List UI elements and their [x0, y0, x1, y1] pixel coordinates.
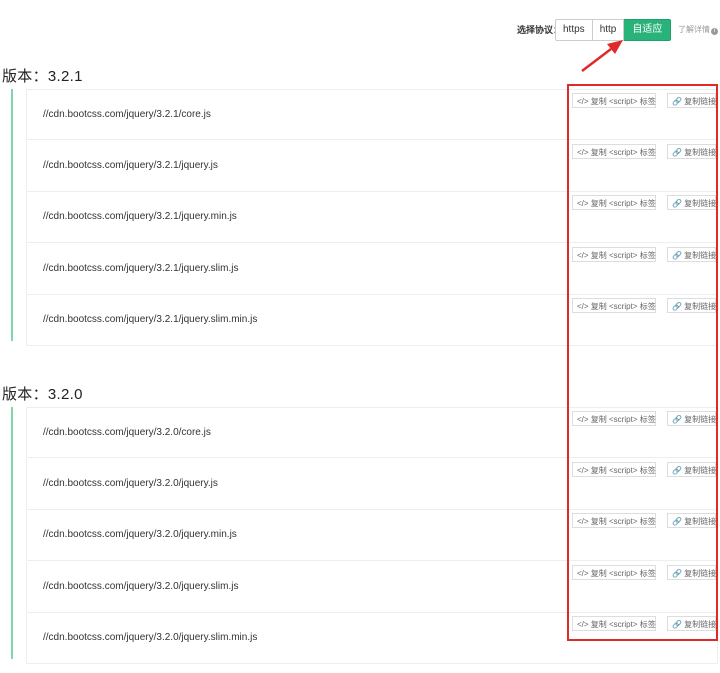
copy-script-tag-button[interactable]: </> 复制 <script> 标签	[572, 461, 656, 477]
version-title: 版本：3.2.1	[2, 68, 83, 85]
annotation-arrow	[581, 40, 623, 72]
copy-link-button[interactable]: 🔗 复制链接	[667, 195, 716, 210]
info-icon: i	[711, 28, 718, 35]
file-row: //cdn.bootcss.com/jquery/3.2.0/core.js </…	[26, 407, 718, 458]
copy-script-tag-button[interactable]: </> 复制 <script> 标签	[572, 143, 656, 159]
copy-script-tag-button[interactable]: </> 复制 <script> 标签	[572, 616, 656, 631]
version-section-bar	[11, 89, 13, 341]
file-url: //cdn.bootcss.com/jquery/3.2.1/jquery.js	[43, 159, 218, 171]
copy-link-button[interactable]: 🔗 复制链接	[667, 298, 716, 313]
file-url: //cdn.bootcss.com/jquery/3.2.0/jquery.js	[43, 477, 218, 489]
version-title: 版本：3.2.0	[2, 386, 83, 403]
version-section-bar	[11, 407, 13, 659]
file-row: //cdn.bootcss.com/jquery/3.2.1/jquery.sl…	[26, 243, 718, 295]
copy-link-button[interactable]: 🔗 复制链接	[667, 513, 716, 528]
file-row: //cdn.bootcss.com/jquery/3.2.0/jquery.mi…	[26, 510, 718, 561]
copy-script-tag-button[interactable]: </> 复制 <script> 标签	[572, 513, 656, 528]
copy-script-tag-button[interactable]: </> 复制 <script> 标签	[572, 195, 656, 210]
file-row: //cdn.bootcss.com/jquery/3.2.0/jquery.sl…	[26, 561, 718, 613]
file-url: //cdn.bootcss.com/jquery/3.2.0/jquery.mi…	[43, 529, 237, 540]
copy-script-tag-button[interactable]: </> 复制 <script> 标签	[572, 246, 656, 262]
copy-script-tag-button[interactable]: </> 复制 <script> 标签	[572, 411, 656, 426]
file-url: //cdn.bootcss.com/jquery/3.2.1/core.js	[43, 109, 211, 120]
copy-link-button[interactable]: 🔗 复制链接	[667, 93, 716, 108]
file-url: //cdn.bootcss.com/jquery/3.2.1/jquery.mi…	[43, 211, 237, 222]
file-row: //cdn.bootcss.com/jquery/3.2.0/jquery.sl…	[26, 613, 718, 664]
copy-link-button[interactable]: 🔗 复制链接	[667, 246, 716, 262]
details-link-text: 了解详情	[678, 25, 710, 34]
protocol-auto-button[interactable]: 自适应	[624, 19, 672, 41]
copy-link-button[interactable]: 🔗 复制链接	[667, 143, 716, 159]
file-row: //cdn.bootcss.com/jquery/3.2.1/jquery.sl…	[26, 295, 718, 346]
file-row: //cdn.bootcss.com/jquery/3.2.1/jquery.js…	[26, 140, 718, 192]
copy-link-button[interactable]: 🔗 复制链接	[667, 564, 716, 580]
file-url: //cdn.bootcss.com/jquery/3.2.0/jquery.sl…	[43, 580, 239, 592]
details-link[interactable]: 了解详情 i	[678, 24, 718, 35]
file-url: //cdn.bootcss.com/jquery/3.2.0/core.js	[43, 427, 211, 438]
copy-link-button[interactable]: 🔗 复制链接	[667, 616, 716, 631]
copy-link-button[interactable]: 🔗 复制链接	[667, 411, 716, 426]
file-url: //cdn.bootcss.com/jquery/3.2.1/jquery.sl…	[43, 262, 239, 274]
copy-script-tag-button[interactable]: </> 复制 <script> 标签	[572, 564, 656, 580]
file-url: //cdn.bootcss.com/jquery/3.2.0/jquery.sl…	[43, 632, 258, 643]
file-row: //cdn.bootcss.com/jquery/3.2.0/jquery.js…	[26, 458, 718, 510]
file-row: //cdn.bootcss.com/jquery/3.2.1/jquery.mi…	[26, 192, 718, 243]
file-url: //cdn.bootcss.com/jquery/3.2.1/jquery.sl…	[43, 314, 258, 325]
copy-script-tag-button[interactable]: </> 复制 <script> 标签	[572, 93, 656, 108]
copy-link-button[interactable]: 🔗 复制链接	[667, 461, 716, 477]
copy-script-tag-button[interactable]: </> 复制 <script> 标签	[572, 298, 656, 313]
file-row: //cdn.bootcss.com/jquery/3.2.1/core.js </…	[26, 89, 718, 140]
